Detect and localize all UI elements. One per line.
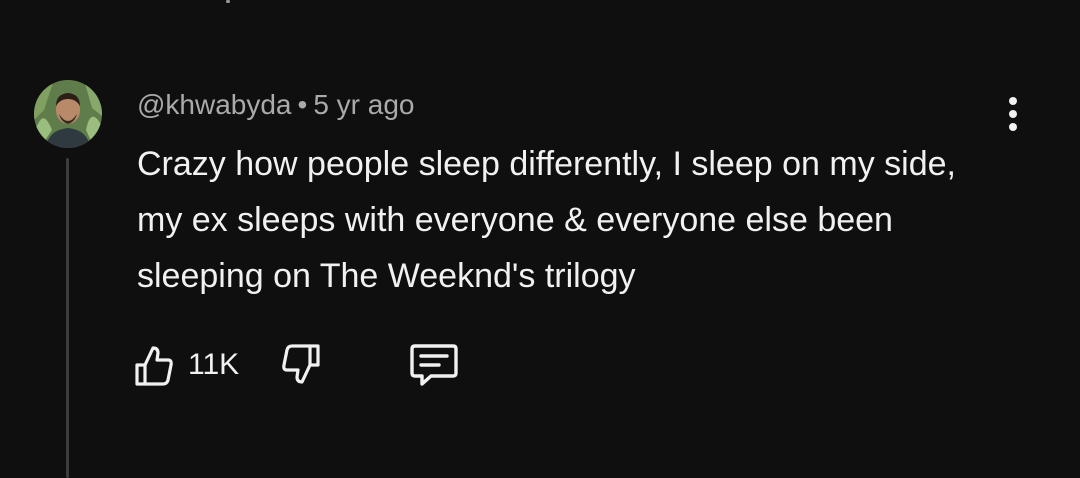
user-avatar-photo xyxy=(34,80,102,148)
comment-actions: 11K xyxy=(134,340,459,390)
previous-content-edge xyxy=(226,0,230,3)
meta-separator: • xyxy=(297,89,308,120)
more-options-button[interactable] xyxy=(996,92,1030,136)
like-button[interactable]: 11K xyxy=(134,343,239,387)
reply-thread-line xyxy=(66,158,69,478)
avatar[interactable] xyxy=(34,80,102,148)
dislike-button[interactable] xyxy=(281,343,321,387)
more-vertical-icon xyxy=(1009,97,1017,105)
like-count: 11K xyxy=(188,348,240,381)
comment-author[interactable]: @khwabyda xyxy=(137,89,292,120)
comment-timestamp[interactable]: 5 yr ago xyxy=(313,89,414,120)
thumbs-down-icon xyxy=(282,344,320,384)
comment-reply-icon xyxy=(410,344,458,386)
comment-text: Crazy how people sleep differently, I sl… xyxy=(137,145,956,295)
reply-button[interactable] xyxy=(409,342,459,388)
comment: @khwabyda • 5 yr ago Crazy how people slee… xyxy=(137,86,997,304)
comment-meta: @khwabyda • 5 yr ago xyxy=(137,86,997,124)
thumbs-up-icon xyxy=(135,346,173,386)
